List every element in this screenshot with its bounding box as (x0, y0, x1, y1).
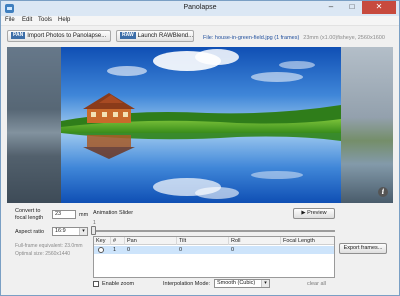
animation-slider-thumb[interactable] (91, 226, 96, 235)
interpolation-mode-value: Smooth (Cubic) (217, 280, 256, 286)
title-bar: Panolapse – □ ✕ (1, 1, 399, 16)
focal-unit-label: mm (79, 212, 89, 218)
enable-zoom-checkbox[interactable] (93, 281, 99, 287)
row-tilt: 0 (179, 247, 183, 253)
file-meta-label: 23mm (x1.00)fisheye, 2560x1600 (303, 35, 385, 41)
aspect-ratio-label: Aspect ratio (15, 229, 45, 235)
clear-all-link[interactable]: clear all (307, 281, 326, 287)
overlap-left-panel (7, 47, 61, 203)
column-roll[interactable]: Roll (229, 237, 281, 245)
overlap-right-panel (341, 47, 393, 203)
launch-rawblend-button[interactable]: RAW Launch RAWBlend... (116, 30, 194, 42)
panorama-preview[interactable]: i (7, 47, 393, 203)
file-info: File: house-in-green-field.jpg (1 frames… (203, 35, 385, 41)
row-roll: 0 (231, 247, 235, 253)
menu-edit[interactable]: Edit (22, 17, 32, 23)
column-tilt[interactable]: Tilt (177, 237, 229, 245)
animation-slider-track[interactable] (93, 230, 335, 232)
interpolation-mode-select[interactable]: Smooth (Cubic) ▾ (214, 279, 270, 288)
file-name-label: File: house-in-green-field.jpg (1 frames… (203, 35, 300, 41)
raw-badge: RAW (120, 32, 136, 39)
keyframe-table-header: Key # Pan Tilt Roll Focal Length (94, 237, 334, 245)
keyframe-radio[interactable] (98, 247, 104, 253)
toolbar: PAN Import Photos to Panolapse... RAW Laun… (1, 27, 399, 45)
menu-file[interactable]: File (5, 17, 15, 23)
launch-rawblend-label: Launch RAWBlend... (137, 33, 194, 39)
column-pan[interactable]: Pan (125, 237, 177, 245)
chevron-down-icon: ▾ (79, 228, 87, 235)
preview-button[interactable]: ▶ Preview (293, 208, 335, 219)
focal-length-label: focal length (15, 215, 44, 221)
controls-panel: Convert to focal length 23 mm Aspect rat… (7, 205, 393, 293)
column-number[interactable]: # (111, 237, 125, 245)
column-focal-length[interactable]: Focal Length (281, 237, 334, 245)
row-pan: 0 (127, 247, 131, 253)
fullframe-note: Full-frame equivalent: 23.0mm (15, 243, 83, 249)
aspect-ratio-value: 16:9 (55, 228, 66, 234)
animation-slider-label: Animation Slider (93, 210, 134, 216)
minimize-button[interactable]: – (321, 1, 341, 14)
preview-image (61, 47, 341, 203)
table-row[interactable]: 1 0 0 0 (94, 246, 334, 254)
column-key[interactable]: Key (94, 237, 111, 245)
aspect-ratio-select[interactable]: 16:9 ▾ (52, 227, 88, 236)
interpolation-mode-label: Interpolation Mode: (163, 281, 211, 287)
menu-help[interactable]: Help (58, 17, 70, 23)
close-button[interactable]: ✕ (362, 1, 396, 14)
focal-length-input[interactable]: 23 (52, 210, 76, 219)
row-number: 1 (113, 247, 117, 253)
menu-bar: File Edit Tools Help (1, 16, 399, 26)
pan-badge: PAN (11, 32, 26, 39)
preview-label: Preview (307, 210, 327, 216)
import-photos-button[interactable]: PAN Import Photos to Panolapse... (7, 30, 111, 42)
import-photos-label: Import Photos to Panolapse... (27, 33, 107, 39)
info-icon[interactable]: i (378, 187, 388, 197)
maximize-button[interactable]: □ (342, 1, 362, 14)
play-icon: ▶ (301, 210, 306, 216)
enable-zoom-label: Enable zoom (102, 281, 135, 287)
menu-tools[interactable]: Tools (38, 17, 52, 23)
chevron-down-icon: ▾ (261, 280, 269, 287)
export-frames-button[interactable]: Export frames... (339, 243, 387, 254)
convert-label: Convert to (15, 208, 41, 214)
optimal-size-note: Optimal size: 2560x1440 (15, 251, 71, 257)
app-window: Panolapse – □ ✕ File Edit Tools Help PAN… (0, 0, 400, 296)
keyframe-table: Key # Pan Tilt Roll Focal Length 1 0 0 0 (93, 236, 335, 278)
